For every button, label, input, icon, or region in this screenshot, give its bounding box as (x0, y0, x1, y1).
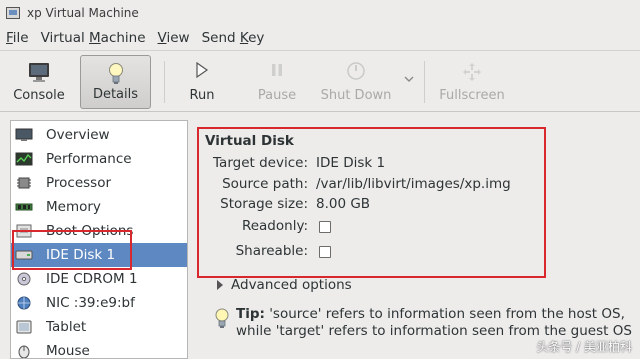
sidebar-item-mouse[interactable]: Mouse (11, 339, 187, 359)
play-icon (196, 61, 209, 79)
tip-text: Tip: 'source' refers to information seen… (236, 306, 636, 340)
watermark: 头条号 / 美亚柏科 (536, 340, 632, 354)
console-label: Console (13, 88, 65, 103)
cdrom-icon (15, 272, 33, 286)
run-button[interactable]: Run (176, 55, 228, 109)
details-label: Details (92, 87, 139, 102)
performance-icon (15, 152, 33, 166)
power-icon (347, 62, 365, 80)
pause-label: Pause (257, 88, 297, 103)
fullscreen-label: Fullscreen (439, 88, 505, 103)
mouse-icon (15, 344, 33, 358)
sidebar-item-label: IDE CDROM 1 (46, 271, 138, 287)
console-button[interactable]: Console (6, 55, 72, 109)
sidebar-item-label: Memory (46, 199, 101, 215)
sidebar-item-label: Mouse (46, 343, 90, 359)
memory-icon (15, 200, 33, 214)
shutdown-button[interactable]: Shut Down (316, 55, 396, 109)
sidebar-item-performance[interactable]: Performance (11, 147, 187, 171)
details-button[interactable]: Details (80, 55, 151, 109)
lightbulb-icon (215, 308, 229, 328)
annotation-highlight-disk (12, 230, 132, 270)
toolbar: Console Details Run Pause Shut Down Full… (0, 50, 640, 112)
toolbar-separator (424, 61, 425, 103)
menu-view[interactable]: View (152, 30, 196, 46)
pause-icon (272, 64, 282, 76)
tip-label: Tip: (236, 306, 265, 322)
tablet-icon (15, 320, 33, 334)
sidebar-item-label: Performance (46, 151, 132, 167)
sidebar-item-label: Overview (46, 127, 110, 143)
fullscreen-icon (463, 63, 481, 81)
advanced-options-expander[interactable]: Advanced options (217, 277, 352, 293)
run-label: Run (189, 88, 215, 103)
pause-button[interactable]: Pause (248, 55, 306, 109)
expander-arrow-icon (217, 280, 223, 290)
menu-send-key[interactable]: Send Key (196, 30, 271, 46)
tip-line-1: 'source' refers to information seen from… (269, 306, 625, 322)
sidebar-item-label: NIC :39:e9:bf (46, 295, 135, 311)
chevron-down-icon[interactable] (403, 75, 415, 83)
sidebar-item-processor[interactable]: Processor (11, 171, 187, 195)
sidebar-item-label: Tablet (46, 319, 87, 335)
title-bar: xp Virtual Machine (0, 0, 640, 26)
sidebar-item-nic[interactable]: NIC :39:e9:bf (11, 291, 187, 315)
lightbulb-icon (108, 63, 123, 84)
sidebar-item-tablet[interactable]: Tablet (11, 315, 187, 339)
sidebar-item-label: Processor (46, 175, 112, 191)
sidebar-item-memory[interactable]: Memory (11, 195, 187, 219)
toolbar-separator (164, 61, 165, 103)
advanced-options-label: Advanced options (231, 277, 352, 293)
sidebar-item-ide-cdrom-1[interactable]: IDE CDROM 1 (11, 267, 187, 291)
menu-bar: File Virtual Machine View Send Key (0, 26, 640, 50)
sidebar-item-overview[interactable]: Overview (11, 123, 187, 147)
annotation-highlight-details (197, 127, 546, 278)
overview-icon (15, 128, 33, 142)
menu-virtual-machine[interactable]: Virtual Machine (35, 30, 152, 46)
window-title: xp Virtual Machine (27, 6, 139, 20)
vm-window-icon (6, 7, 20, 19)
fullscreen-button[interactable]: Fullscreen (436, 55, 508, 109)
menu-file[interactable]: File (0, 30, 35, 46)
processor-icon (15, 176, 33, 190)
monitor-icon (29, 63, 49, 82)
shutdown-label: Shut Down (320, 88, 392, 103)
nic-icon (15, 296, 33, 310)
